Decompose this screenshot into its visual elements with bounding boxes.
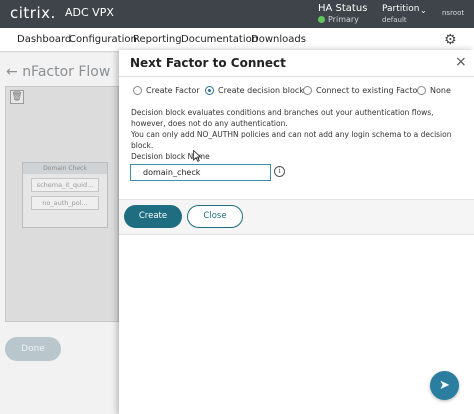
radio-checked-icon[interactable]: [205, 86, 214, 95]
ha-status-value: Primary: [328, 15, 359, 24]
close-button[interactable]: Close: [187, 205, 243, 228]
description-line: You can only add NO_AUTHN policies and c…: [131, 130, 452, 150]
option-create-factor[interactable]: Create Factor: [133, 86, 200, 98]
radio-icon[interactable]: [133, 86, 142, 95]
option-create-decision-block[interactable]: Create decision block: [205, 86, 304, 98]
partition-label: Partition: [382, 4, 420, 14]
option-connect-existing-factor[interactable]: Connect to existing Factor: [303, 86, 421, 98]
mouse-cursor-icon: [193, 150, 201, 162]
ha-status-label: HA Status: [318, 3, 368, 14]
ha-status: HA Status Primary: [318, 3, 367, 25]
description-line: Decision block evaluates conditions and …: [131, 108, 434, 128]
close-icon[interactable]: ×: [455, 54, 467, 70]
decision-block-node[interactable]: Domain Check schema_it_quid... no_auth_p…: [22, 162, 108, 228]
nav-reporting[interactable]: Reporting: [133, 34, 182, 45]
chevron-down-icon[interactable]: ⌄: [420, 6, 427, 15]
partition-value: default: [382, 16, 407, 24]
dialog-title: Next Factor to Connect: [130, 56, 286, 70]
radio-icon[interactable]: [417, 86, 426, 95]
dialog-header: Next Factor to Connect ×: [119, 50, 474, 77]
radio-icon[interactable]: [303, 86, 312, 95]
page-title: ← nFactor Flow: [6, 64, 111, 80]
gear-icon[interactable]: ⚙: [444, 32, 457, 48]
top-bar: citrix. ADC VPX HA Status Primary Partit…: [0, 0, 474, 28]
block-item: schema_it_quid...: [31, 178, 99, 192]
done-button[interactable]: Done: [5, 337, 61, 361]
dialog-description: Decision block evaluates conditions and …: [131, 107, 461, 151]
product-name: ADC VPX: [65, 6, 114, 19]
block-item: no_auth_pol...: [31, 196, 99, 210]
trash-icon[interactable]: 🗑: [10, 90, 24, 104]
option-none[interactable]: None: [417, 86, 451, 98]
nav-dashboard[interactable]: Dashboard: [17, 34, 71, 45]
citrix-logo[interactable]: citrix.: [10, 4, 56, 22]
main-nav: Dashboard Configuration Reporting Docume…: [0, 28, 474, 52]
create-button[interactable]: Create: [124, 205, 182, 228]
user-menu[interactable]: nsroot: [442, 9, 464, 17]
nav-configuration[interactable]: Configuration: [69, 34, 137, 45]
back-arrow-icon[interactable]: ←: [6, 64, 18, 80]
info-icon[interactable]: i: [274, 166, 285, 177]
status-dot-icon: [318, 16, 325, 23]
partition-selector[interactable]: Partition default: [382, 4, 420, 26]
block-head: Domain Check: [23, 163, 107, 174]
nav-documentation[interactable]: Documentation: [181, 34, 258, 45]
navigation-compass-icon[interactable]: ➤: [430, 371, 459, 400]
nav-downloads[interactable]: Downloads: [251, 34, 306, 45]
decision-block-name-input[interactable]: [130, 164, 271, 181]
